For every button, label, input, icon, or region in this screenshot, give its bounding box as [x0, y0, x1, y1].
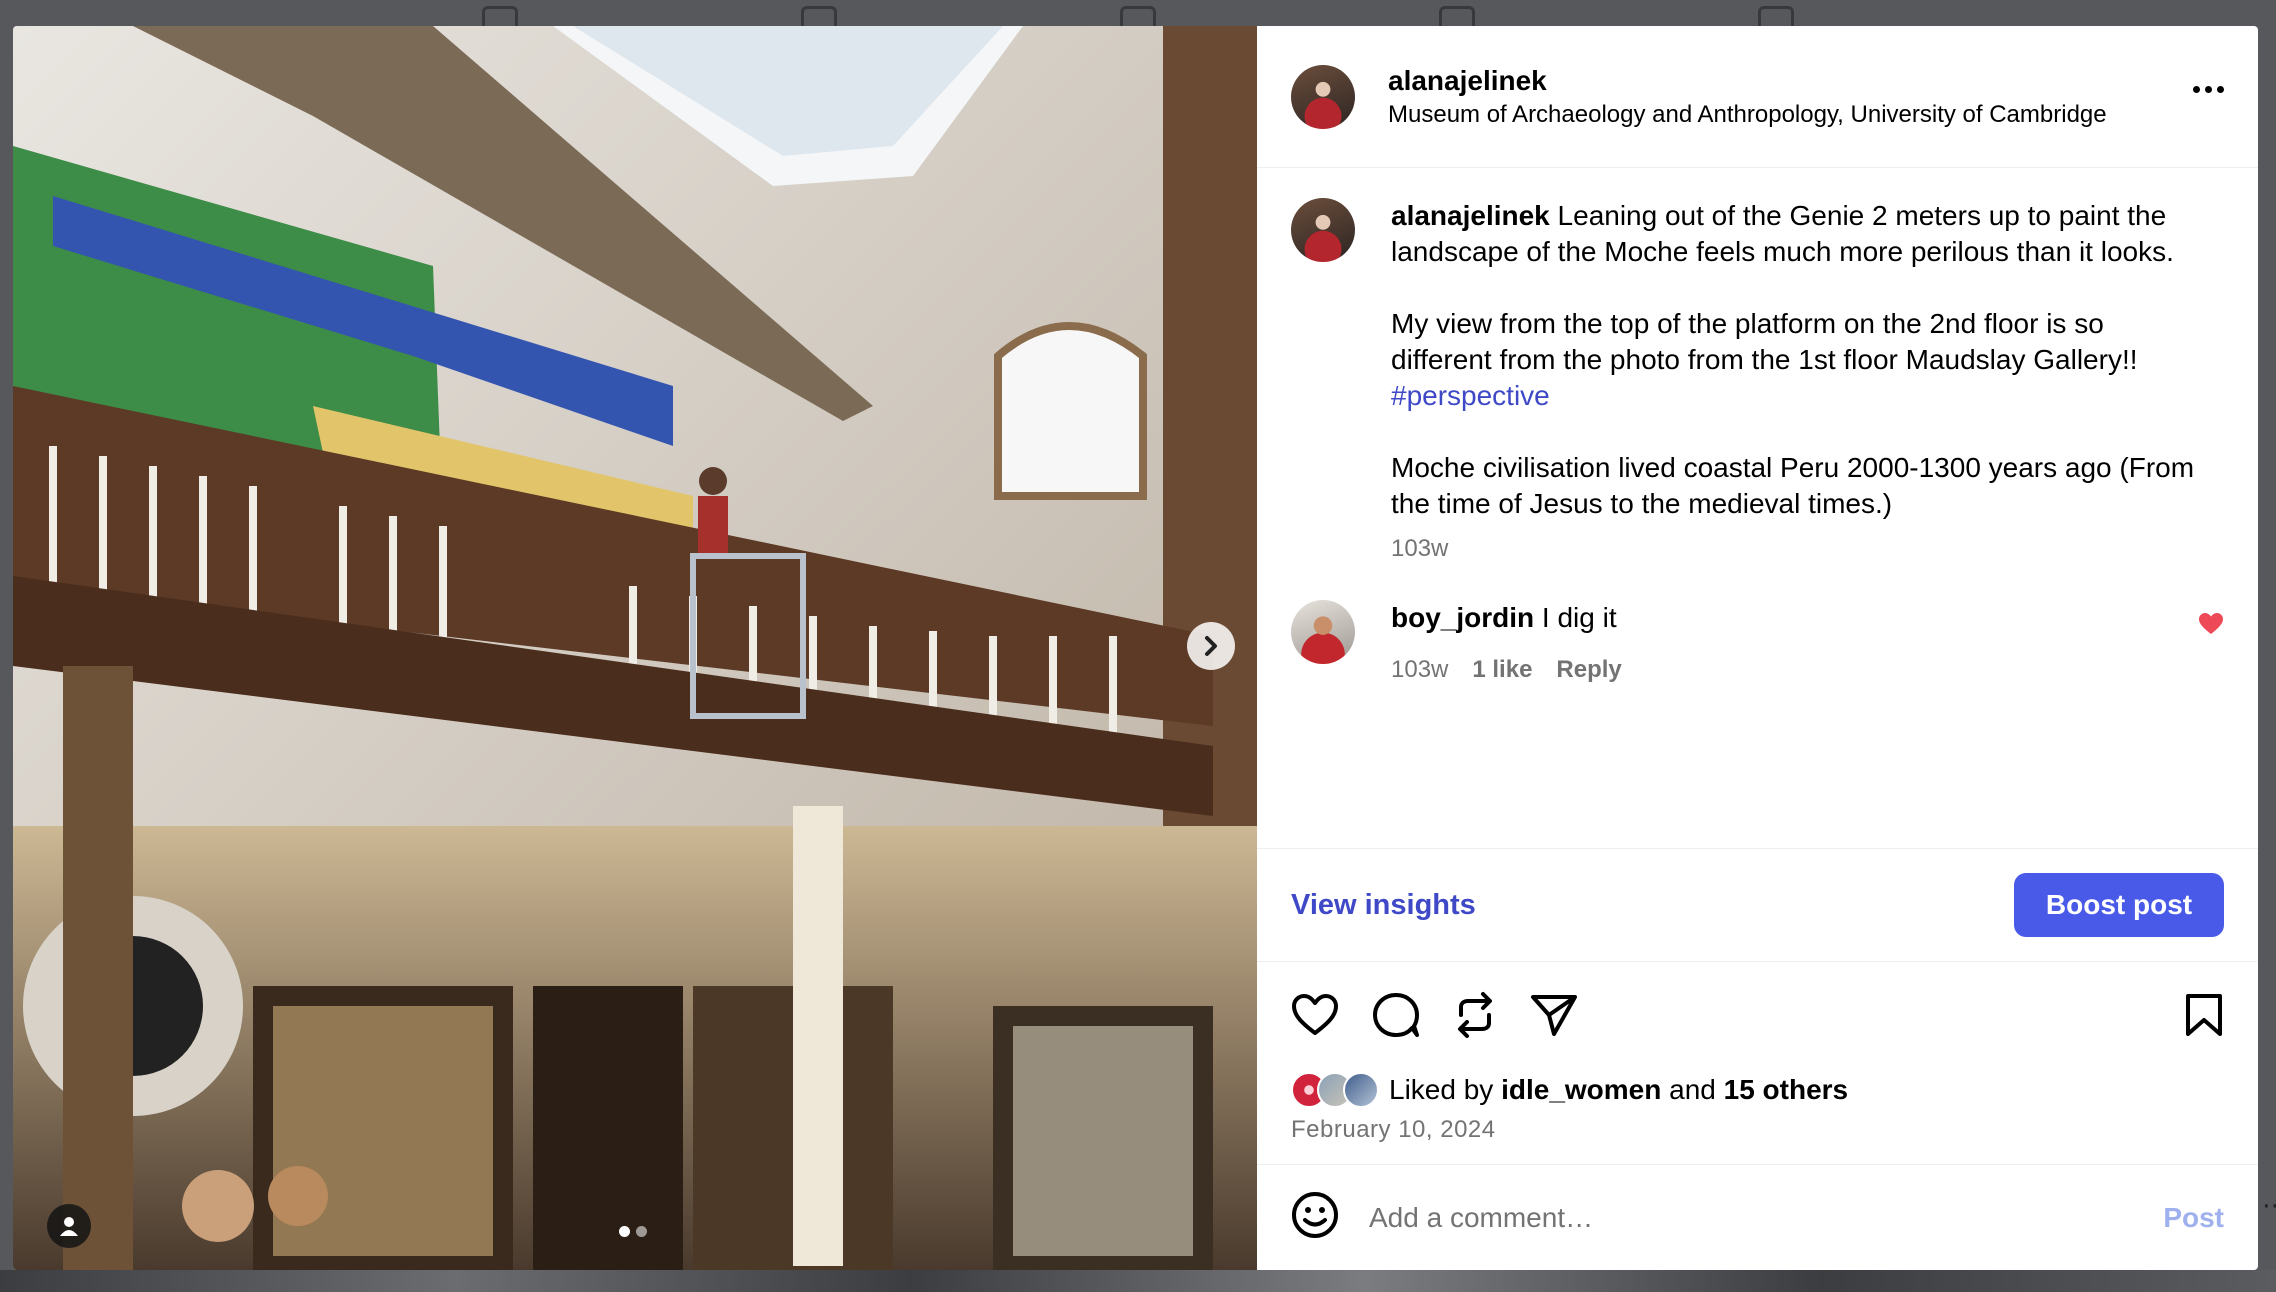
caption-text-2: My view from the top of the platform on …	[1391, 308, 2138, 375]
like-heart-icon[interactable]	[1291, 993, 1339, 1037]
comment-input[interactable]: Add a comment…	[1369, 1202, 2163, 1234]
reels-icon	[800, 6, 837, 26]
emoji-smiley-icon[interactable]	[1291, 1191, 1339, 1244]
tagged-icon	[1758, 6, 1795, 26]
carousel-dot-active	[619, 1226, 630, 1237]
repost-icon[interactable]	[1453, 991, 1497, 1039]
action-bar	[1257, 962, 2258, 1068]
author-username[interactable]: alanajelinek	[1388, 63, 2107, 99]
more-options-icon[interactable]	[2193, 86, 2224, 93]
comment-timestamp: 103w	[1391, 656, 1449, 683]
post-header: alanajelinek Museum of Archaeology and A…	[1257, 26, 2258, 168]
post-details-panel: alanajelinek Museum of Archaeology and A…	[1257, 26, 2258, 1270]
grid-icon	[481, 6, 518, 26]
likes-prefix: Liked by	[1389, 1074, 1494, 1105]
carousel-indicator	[619, 1226, 647, 1237]
comment-like-heart-icon[interactable]	[2198, 612, 2224, 641]
comment-bubble-icon[interactable]	[1372, 992, 1420, 1038]
likes-others-link[interactable]: 15 others	[1724, 1074, 1849, 1105]
caption-username[interactable]: alanajelinek	[1391, 200, 1550, 231]
post-date: February 10, 2024	[1291, 1116, 1496, 1143]
likes-and: and	[1669, 1074, 1716, 1105]
post-comment-button[interactable]: Post	[2163, 1202, 2224, 1234]
caption: alanajelinek Leaning out of the Genie 2 …	[1291, 198, 2224, 564]
likes-summary: Liked by idle_women and 15 others	[1257, 1068, 2258, 1112]
boost-post-button[interactable]: Boost post	[2014, 873, 2224, 937]
background-grid-strip	[0, 1270, 2276, 1292]
background-more-icon: ⋯	[2262, 1190, 2276, 1220]
next-slide-button[interactable]	[1187, 622, 1235, 670]
museum-photo	[13, 26, 1257, 1270]
background-tab-bar	[0, 0, 2276, 26]
person-icon	[60, 1217, 78, 1236]
comment-item: boy_jordin I dig it 103w 1 like Reply	[1291, 600, 2224, 688]
post-media[interactable]	[13, 26, 1257, 1270]
post-modal: alanajelinek Museum of Archaeology and A…	[13, 26, 2258, 1270]
commenter-username[interactable]: boy_jordin	[1391, 602, 1534, 633]
chevron-right-icon	[1205, 636, 1217, 656]
post-location[interactable]: Museum of Archaeology and Anthropology, …	[1388, 99, 2107, 131]
comment-text: I dig it	[1541, 602, 1617, 633]
caption-timestamp: 103w	[1391, 535, 1449, 562]
comment-likes[interactable]: 1 like	[1472, 652, 1532, 688]
liker-username[interactable]: idle_women	[1501, 1074, 1661, 1105]
hashtag-link[interactable]: #perspective	[1391, 380, 1550, 411]
saved-icon	[1119, 6, 1156, 26]
view-insights-link[interactable]: View insights	[1291, 889, 1476, 922]
share-paper-plane-icon[interactable]	[1530, 993, 1578, 1037]
insights-bar: View insights Boost post	[1257, 848, 2258, 962]
reply-button[interactable]: Reply	[1556, 652, 1621, 688]
comments-section: alanajelinek Leaning out of the Genie 2 …	[1257, 168, 2258, 848]
liker-avatars[interactable]	[1291, 1072, 1379, 1108]
author-avatar[interactable]	[1291, 64, 1355, 129]
reposts-icon	[1439, 6, 1476, 26]
tagged-users-button[interactable]	[47, 1204, 91, 1248]
caption-avatar[interactable]	[1291, 198, 1355, 262]
save-bookmark-icon[interactable]	[2184, 993, 2224, 1037]
add-comment-bar: Add a comment… Post	[1257, 1164, 2258, 1270]
commenter-avatar[interactable]	[1291, 600, 1355, 664]
carousel-dot	[636, 1226, 647, 1237]
caption-text-3: Moche civilisation lived coastal Peru 20…	[1391, 452, 2195, 519]
